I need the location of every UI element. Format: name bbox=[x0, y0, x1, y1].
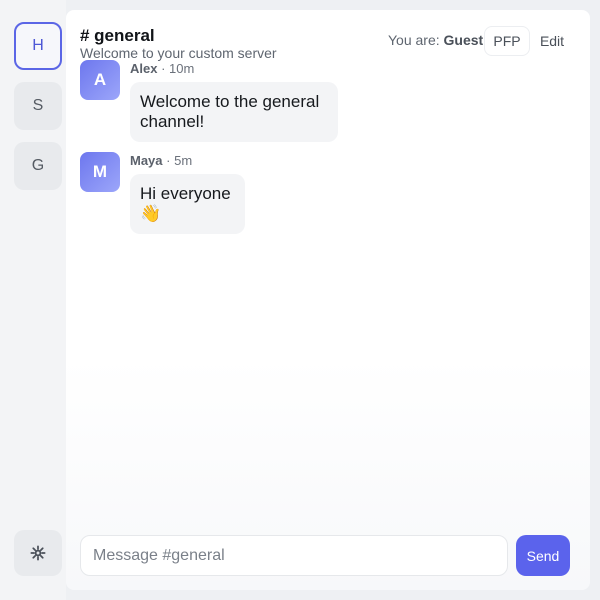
server-button-h[interactable]: H bbox=[14, 22, 62, 70]
message-text-line: channel! bbox=[140, 112, 205, 131]
avatar[interactable]: A bbox=[80, 60, 120, 100]
server-button-s[interactable]: S bbox=[14, 82, 62, 130]
channel-subtitle: Welcome to your custom server bbox=[80, 45, 277, 61]
channel-panel: # general Welcome to your custom server … bbox=[66, 10, 590, 590]
message-input[interactable] bbox=[80, 535, 508, 576]
server-rail: H S G bbox=[0, 0, 66, 600]
avatar[interactable]: M bbox=[80, 152, 120, 192]
current-user-name: Guest bbox=[443, 32, 484, 48]
gear-icon bbox=[30, 545, 46, 561]
message-author[interactable]: Maya bbox=[130, 153, 163, 168]
pfp-button[interactable]: PFP bbox=[484, 26, 530, 56]
message-text-line: Hi everyone bbox=[140, 184, 231, 203]
channel-title: # general bbox=[80, 26, 155, 45]
edit-button[interactable]: Edit bbox=[532, 26, 572, 56]
app-window: H S G # general Welcome to your custom s… bbox=[0, 0, 600, 600]
current-user-indicator: You are: Guest bbox=[388, 32, 483, 48]
message-bubble: Welcome to the general channel! bbox=[130, 82, 338, 142]
message-time: 5m bbox=[174, 153, 193, 168]
message-author[interactable]: Alex bbox=[130, 61, 157, 76]
message-text-line: 👋 bbox=[140, 204, 162, 223]
server-button-g[interactable]: G bbox=[14, 142, 62, 190]
you-are-label: You are: bbox=[388, 32, 440, 48]
send-button[interactable]: Send bbox=[516, 535, 570, 576]
message-meta: Maya · 5m bbox=[130, 153, 193, 168]
message-time: 10m bbox=[169, 61, 195, 76]
settings-button[interactable] bbox=[14, 530, 62, 576]
message-meta: Alex · 10m bbox=[130, 61, 195, 76]
message-text-line: Welcome to the general bbox=[140, 92, 320, 111]
message-bubble: Hi everyone 👋 bbox=[130, 174, 245, 234]
